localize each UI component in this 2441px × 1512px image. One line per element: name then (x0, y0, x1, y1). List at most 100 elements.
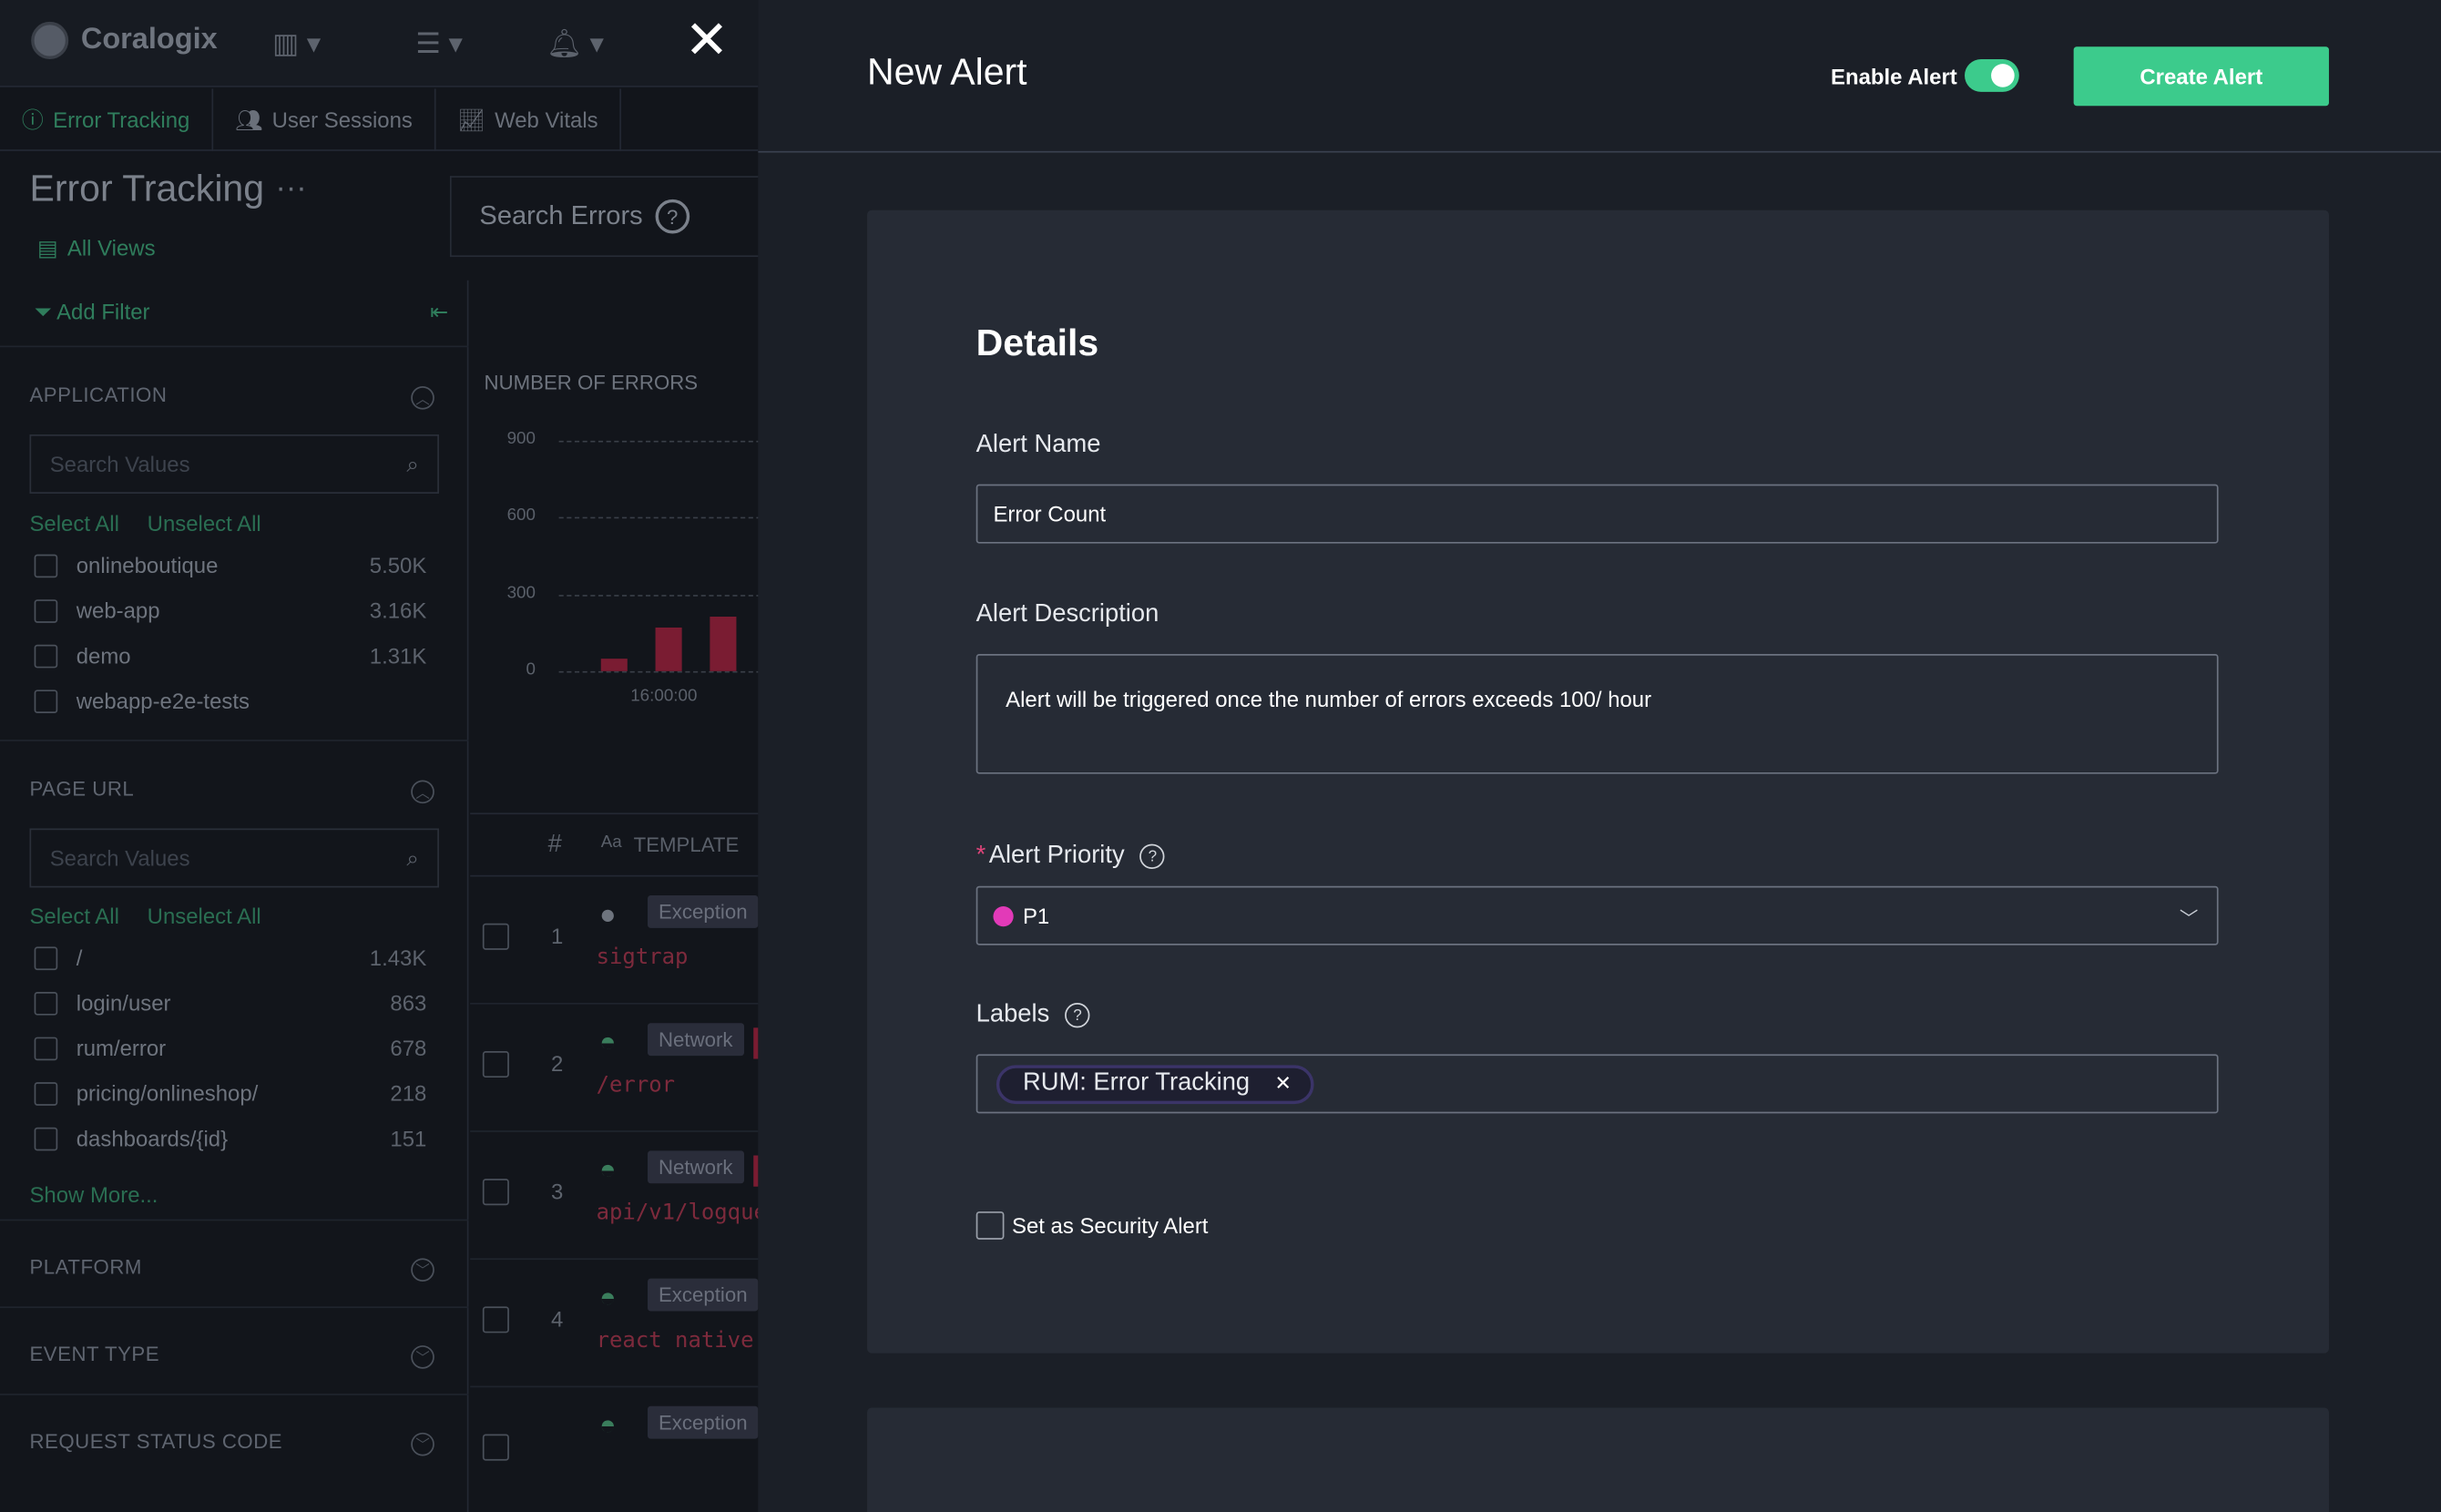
add-filter-button[interactable]: ⏷ Add Filter (35, 299, 150, 325)
line-chart-icon: 📈︎ (457, 107, 485, 132)
filter-item-label: webapp-e2e-tests (76, 688, 250, 713)
create-alert-button[interactable]: Create Alert (2073, 46, 2329, 107)
more-options-icon[interactable]: ··· (276, 171, 307, 207)
alert-description-value: Alert will be triggered once the number … (1006, 686, 1652, 712)
chart-bar[interactable] (710, 617, 737, 671)
alert-priority-label-text: Alert Priority (988, 842, 1125, 869)
checkbox[interactable] (34, 1126, 58, 1150)
filter-item[interactable]: webapp-e2e-tests (34, 688, 427, 713)
filter-section-platform[interactable]: PLATFORM ﹀ (0, 1219, 469, 1307)
enable-alert-label: Enable Alert (1831, 63, 1957, 88)
remove-label-icon[interactable]: ✕ (1274, 1071, 1292, 1096)
filter-item-label: login/user (76, 990, 171, 1016)
alert-description-textarea[interactable]: Alert will be triggered once the number … (975, 654, 2219, 774)
dashboard-grid-icon[interactable]: ▥ ▾ (272, 28, 321, 61)
info-icon: ⓘ (21, 107, 44, 133)
alert-name-input[interactable]: Error Count (975, 484, 2219, 544)
collapse-panel-icon[interactable]: ⇤ (430, 299, 448, 325)
required-asterisk: * (975, 842, 986, 869)
enable-alert-toggle[interactable] (1965, 58, 2020, 92)
chevron-down-icon[interactable]: ﹀ (411, 1345, 434, 1369)
labels-input[interactable]: RUM: Error Tracking ✕ (975, 1054, 2219, 1114)
error-type-badge: Exception (648, 1405, 759, 1439)
filter-section-application: APPLICATION ︿ Search Values ⌕ Select All… (0, 345, 469, 741)
checkbox[interactable] (34, 553, 58, 577)
show-more-link[interactable]: Show More... (29, 1182, 158, 1207)
filter-item[interactable]: rum/error 678 (34, 1035, 426, 1061)
close-icon[interactable]: ✕ (682, 14, 732, 66)
table-row[interactable]: ◓ Exception (470, 1387, 759, 1512)
security-alert-label[interactable]: Set as Security Alert (1012, 1213, 1208, 1238)
checkbox[interactable] (34, 945, 58, 970)
tab-user-sessions[interactable]: 👥︎ User Sessions (213, 88, 436, 151)
filter-item[interactable]: login/user 863 (34, 990, 426, 1016)
tab-web-vitals[interactable]: 📈︎ Web Vitals (436, 88, 622, 151)
unselect-all-link[interactable]: Unselect All (148, 904, 261, 928)
unselect-all-link[interactable]: Unselect All (148, 511, 261, 536)
search-errors-input[interactable]: Search Errors ? (449, 176, 759, 258)
chart-bar[interactable] (600, 658, 628, 671)
filter-item[interactable]: demo 1.31K (34, 643, 426, 668)
column-hash: # (547, 831, 562, 858)
help-icon[interactable]: ? (655, 199, 689, 234)
checkbox[interactable] (34, 991, 58, 1015)
filter-item[interactable]: web-app 3.16K (34, 598, 426, 623)
row-checkbox[interactable] (482, 1179, 509, 1206)
all-views-link[interactable]: ▤ All Views (37, 235, 156, 261)
views-icon: ▤ (37, 235, 58, 261)
row-checkbox[interactable] (482, 923, 509, 950)
row-checkbox[interactable] (482, 1434, 509, 1461)
filter-section-event-type[interactable]: EVENT TYPE ﹀ (0, 1306, 469, 1394)
security-alert-checkbox[interactable] (975, 1211, 1005, 1240)
checkbox[interactable] (34, 689, 58, 713)
table-row[interactable]: 3 ◓ Network api/v1/logque (470, 1132, 759, 1261)
chevron-up-icon[interactable]: ︿ (411, 780, 434, 804)
checkbox[interactable] (34, 643, 58, 668)
tab-label: User Sessions (271, 107, 413, 133)
checkbox[interactable] (34, 1081, 58, 1105)
filter-item-label: rum/error (76, 1035, 167, 1061)
filter-item[interactable]: onlineboutique 5.50K (34, 553, 426, 577)
alert-name-label-text: Alert Name (975, 431, 1101, 458)
table-row[interactable]: 1 ● Exception sigtrap (470, 877, 759, 1005)
list-menu-icon[interactable]: ☰ ▾ (415, 28, 463, 61)
tab-error-tracking[interactable]: ⓘ Error Tracking (0, 88, 214, 151)
priority-color-dot (993, 905, 1014, 926)
bell-icon[interactable]: 🔔︎ ▾ (546, 28, 604, 61)
chevron-up-icon[interactable]: ︿ (411, 385, 434, 410)
chart-bar[interactable] (655, 628, 682, 671)
alert-priority-select[interactable]: P1 ﹀ (975, 885, 2219, 945)
enable-alert: Enable Alert (1831, 58, 2020, 92)
filter-section-request-status[interactable]: REQUEST STATUS CODE ﹀ (0, 1394, 469, 1512)
select-all-link[interactable]: Select All (29, 904, 118, 928)
help-circle-icon[interactable]: ? (1139, 843, 1166, 869)
details-title: Details (975, 322, 1099, 365)
search-values-input[interactable]: Search Values ⌕ (29, 828, 439, 888)
column-template[interactable]: TEMPLATE (634, 833, 740, 857)
help-circle-icon[interactable]: ? (1065, 1002, 1090, 1028)
logo[interactable]: Coralogix (31, 21, 218, 59)
users-icon: 👥︎ (234, 107, 263, 132)
filter-item[interactable]: dashboards/{id} 151 (34, 1126, 426, 1150)
chevron-down-icon[interactable]: ﹀ (411, 1258, 434, 1282)
select-all-link[interactable]: Select All (29, 511, 118, 536)
filter-item[interactable]: pricing/onlineshop/218 (34, 1080, 426, 1106)
table-row[interactable]: 4 ◓ Exception react native (470, 1260, 759, 1388)
checkbox[interactable] (34, 598, 58, 622)
filters-panel: ⏷ Add Filter ⇤ APPLICATION ︿ Search Valu… (0, 280, 469, 1512)
chevron-down-icon: ﹀ (2179, 907, 2199, 930)
logo-icon (31, 21, 69, 59)
row-checkbox[interactable] (482, 1050, 509, 1078)
chevron-down-icon[interactable]: ﹀ (411, 1432, 434, 1456)
row-checkbox[interactable] (482, 1306, 509, 1333)
apple-icon: ● (599, 898, 617, 930)
search-errors-label: Search Errors (479, 200, 643, 231)
filter-item[interactable]: / 1.43K (34, 945, 426, 970)
next-section-card (867, 1407, 2329, 1512)
checkbox[interactable] (34, 1036, 58, 1060)
grid-line (558, 517, 759, 519)
all-views-label: All Views (66, 235, 156, 261)
table-row[interactable]: 2 ◓ Network/error (470, 1005, 759, 1132)
alert-description-label-text: Alert Description (975, 600, 1159, 628)
search-values-input[interactable]: Search Values ⌕ (29, 434, 439, 494)
